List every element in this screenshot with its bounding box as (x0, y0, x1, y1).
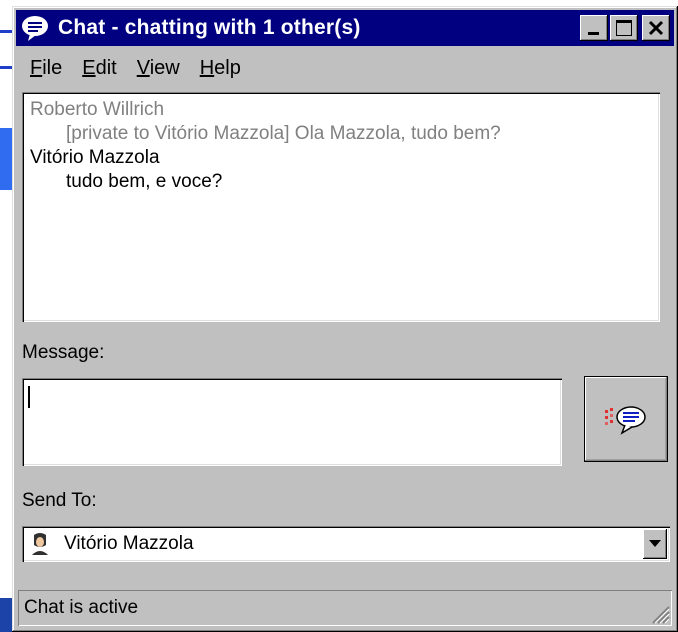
text-caret (28, 386, 30, 408)
menu-edit-accel: E (82, 56, 96, 79)
title-bar[interactable]: Chat - chatting with 1 other(s) (16, 10, 674, 46)
window-title: Chat - chatting with 1 other(s) (58, 16, 361, 39)
message-text: [private to Vitório Mazzola] Ola Mazzola… (66, 123, 501, 144)
message-input[interactable] (22, 378, 562, 466)
message-sender: Roberto Willrich (30, 99, 165, 120)
chevron-down-icon (649, 540, 661, 547)
menu-view[interactable]: View (127, 57, 190, 80)
window-controls (578, 15, 670, 41)
chat-log[interactable]: Roberto Willrich [private to Vitório Maz… (22, 92, 660, 322)
minimize-button[interactable] (580, 15, 608, 41)
close-icon (648, 20, 664, 36)
close-button[interactable] (642, 15, 670, 41)
user-avatar-icon (30, 533, 50, 555)
send-message-icon (605, 406, 646, 435)
menu-file-accel: F (30, 56, 43, 79)
message-text: tudo bem, e voce? (66, 171, 223, 192)
menu-help[interactable]: Help (190, 57, 251, 80)
menu-view-accel: V (136, 56, 150, 79)
status-text: Chat is active (24, 597, 139, 618)
chat-bubble-icon (22, 16, 48, 41)
chat-window: Chat - chatting with 1 other(s) File Edi… (12, 6, 678, 632)
resize-grip-icon[interactable] (648, 602, 670, 624)
minimize-icon (588, 32, 599, 35)
send-button[interactable] (584, 376, 668, 462)
send-to-label: Send To: (22, 490, 97, 511)
menu-file[interactable]: File (20, 57, 72, 80)
background-line-mid (0, 66, 12, 69)
message-label: Message: (22, 342, 105, 363)
dropdown-button[interactable] (643, 529, 667, 559)
menu-help-label: elp (214, 56, 241, 79)
status-bar: Chat is active (18, 590, 672, 626)
maximize-icon (616, 20, 632, 36)
menu-edit-label: dit (95, 56, 117, 79)
menu-view-label: iew (149, 56, 180, 79)
menu-edit[interactable]: Edit (72, 57, 126, 80)
menu-file-label: ile (42, 56, 63, 79)
background-line-top (0, 30, 12, 33)
message-sender: Vitório Mazzola (30, 147, 160, 168)
maximize-button[interactable] (610, 15, 638, 41)
menu-bar: File Edit View Help (20, 52, 251, 84)
send-to-selected: Vitório Mazzola (64, 533, 194, 554)
menu-help-accel: H (199, 56, 215, 79)
send-to-dropdown[interactable]: Vitório Mazzola (22, 526, 670, 562)
